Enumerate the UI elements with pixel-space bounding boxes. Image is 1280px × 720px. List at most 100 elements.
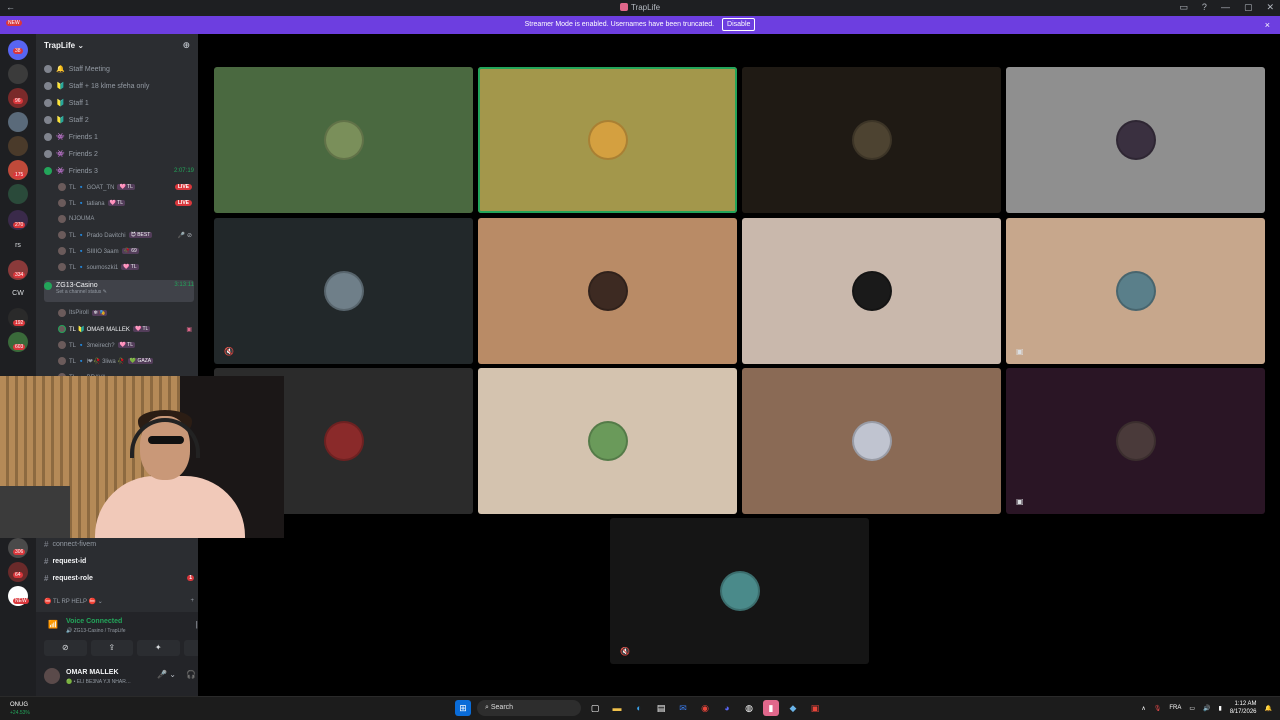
server-icon[interactable] — [8, 64, 28, 84]
voice-member[interactable]: TL 🔹 GOAT_TN 🩷 TL LIVE — [58, 180, 192, 194]
soundboard-button[interactable]: ✎ — [183, 640, 198, 656]
channel-name: Staff 2 — [68, 116, 89, 124]
voice-member[interactable]: TL 🔹 SIIIIO 3aam 🥀 69 — [58, 244, 192, 258]
voice-status[interactable]: Voice Connected — [66, 618, 122, 625]
minimize-button[interactable]: — — [1221, 2, 1230, 13]
battery-icon[interactable]: ▮ — [1219, 705, 1222, 712]
steam-icon[interactable]: ◆ — [785, 700, 801, 716]
member-tag: 🩷 TL — [132, 326, 151, 332]
notification-icon[interactable]: 🔔 — [1265, 705, 1272, 712]
voice-channel[interactable]: 👾 Friends 2 — [44, 147, 194, 161]
participant-tile[interactable]: 🔇 — [214, 218, 473, 364]
live-badge: LIVE — [174, 200, 192, 206]
discord-icon[interactable]: ◕ — [719, 700, 735, 716]
inbox-icon[interactable]: ▭ — [1179, 2, 1188, 13]
chevron-up-icon[interactable]: ∧ — [1141, 705, 1145, 712]
store-icon[interactable]: ▤ — [653, 700, 669, 716]
voice-channel[interactable]: 👾 Friends 1 — [44, 130, 194, 144]
voice-channel[interactable]: 👾 Friends 3 2:07:19 — [44, 164, 194, 178]
participant-tile[interactable]: ▣ — [1006, 368, 1265, 514]
app-icon[interactable]: ▣ — [807, 700, 823, 716]
channel-category[interactable]: ⛔ TL RP HELP ⛔ ⌄ + — [44, 594, 194, 608]
server-header[interactable]: TrapLife ⌄ ⊕ — [36, 34, 198, 58]
mail-icon[interactable]: ✉ — [675, 700, 691, 716]
participant-tile[interactable] — [478, 368, 737, 514]
stock-label: ONUG — [10, 702, 28, 708]
maximize-button[interactable]: ▢ — [1244, 2, 1253, 13]
window-title-text: TrapLife — [630, 3, 661, 12]
clock[interactable]: 1:12 AM 8/17/2026 — [1230, 700, 1257, 716]
mention-badge: 1 — [187, 575, 194, 581]
headphones-icon[interactable]: 🎧 ⌄ — [186, 670, 198, 679]
add-channel-icon[interactable]: + — [190, 598, 194, 604]
participant-tile[interactable] — [742, 368, 1001, 514]
server-icon[interactable] — [8, 112, 28, 132]
microphone-icon[interactable]: 🎤 ⌄ — [157, 670, 176, 679]
participant-tile[interactable] — [478, 218, 737, 364]
channel-status[interactable]: Set a channel status ✎ — [56, 289, 107, 295]
avatar — [58, 199, 66, 207]
edge-icon[interactable]: ◐ — [631, 700, 647, 716]
user-avatar[interactable] — [44, 668, 60, 684]
language-indicator[interactable]: FRA — [1169, 705, 1181, 711]
voice-channel[interactable]: 🔔 Staff Meeting — [44, 62, 194, 76]
server-initials[interactable]: CW — [8, 290, 28, 297]
windows-start-icon[interactable]: ⊞ — [455, 700, 471, 716]
camera-off-button[interactable]: ⊘ — [44, 640, 87, 656]
signal-icon[interactable]: 📶 — [48, 620, 58, 629]
voice-member[interactable]: TL 🔹 soumoszki1 🩷 TL — [58, 260, 192, 274]
text-channel[interactable]: # request-role 1 — [44, 571, 194, 585]
active-voice-channel[interactable]: ZG13-Casino Set a channel status ✎ 3:13:… — [44, 280, 194, 302]
unread-badge: 175 — [13, 172, 26, 178]
stock-widget[interactable]: ONUG +24.53% — [10, 701, 30, 717]
traplife-app-icon[interactable]: ▮ — [763, 700, 779, 716]
server-icon[interactable] — [8, 184, 28, 204]
file-explorer-icon[interactable]: ▬ — [609, 700, 625, 716]
noise-suppression-icon[interactable]: ||| — [196, 620, 198, 629]
chrome-icon[interactable]: ◉ — [697, 700, 713, 716]
voice-member[interactable]: TL 🔰 OMAR MALLEK 🩷 TL ▣ — [58, 322, 192, 336]
voice-member[interactable]: TL 🔹 Prado Davitchi 😈 BEST 🎤 ⊘ — [58, 228, 192, 242]
voice-member[interactable]: TL 🔹 3meirech? 🩷 TL — [58, 338, 192, 352]
participant-tile[interactable]: 🔇 — [610, 518, 869, 664]
user-name[interactable]: OMAR MALLEK — [66, 669, 119, 676]
text-channel[interactable]: # connect-fivem — [44, 537, 194, 551]
voice-member[interactable]: NJOUMA — [58, 212, 192, 226]
participant-tile[interactable] — [214, 67, 473, 213]
add-user-icon[interactable]: ⊕ — [182, 40, 190, 51]
voice-member[interactable]: ItsPiroll ❄ 🎭 — [58, 306, 192, 320]
network-icon[interactable]: ▭ — [1189, 705, 1195, 712]
streamer-mode-banner: Streamer Mode is enabled. Usernames have… — [0, 16, 1280, 34]
task-view-icon[interactable]: ▢ — [587, 700, 603, 716]
text-channel[interactable]: # request-id — [44, 554, 194, 568]
activities-button[interactable]: ✦ — [137, 640, 180, 656]
server-icon[interactable] — [8, 136, 28, 156]
participant-tile[interactable] — [478, 67, 737, 213]
voice-channel-path[interactable]: 🔊 ZG13-Casino / TrapLife — [66, 628, 126, 634]
obs-icon[interactable]: ◍ — [741, 700, 757, 716]
disable-streamer-mode-button[interactable]: Disable — [722, 18, 756, 31]
channel-emoji: 🔔 — [56, 66, 65, 73]
participant-tile[interactable] — [742, 218, 1001, 364]
close-window-button[interactable]: ✕ — [1266, 2, 1274, 13]
voice-channel[interactable]: 🔰 Staff 2 — [44, 113, 194, 127]
screen-share-button[interactable]: ⇪ — [90, 640, 133, 656]
mic-in-use-icon[interactable]: 🎙 — [1154, 705, 1162, 712]
voice-member[interactable]: TL 🔹 l❤🥀 3liwa 🥀 💚 GAZA — [58, 354, 192, 368]
volume-icon[interactable]: 🔊 — [1203, 705, 1210, 712]
taskbar-search[interactable]: ⌕ Search — [477, 700, 581, 716]
voice-member[interactable]: TL 🔹 tatiana 🩷 TL LIVE — [58, 196, 192, 210]
banner-close-icon[interactable]: × — [1265, 16, 1270, 34]
participant-tile[interactable]: ▣ — [1006, 218, 1265, 364]
help-icon[interactable]: ? — [1202, 2, 1207, 13]
server-icon[interactable] — [8, 538, 28, 558]
participant-tile[interactable] — [742, 67, 1001, 213]
voice-channel[interactable]: 🔰 Staff 1 — [44, 96, 194, 110]
user-controls: 🎤 ⌄ 🎧 ⌄ ⚙ — [157, 670, 198, 679]
camera-icon: ▣ — [1016, 497, 1024, 506]
voice-panel: 📶 Voice Connected 🔊 ZG13-Casino / TrapLi… — [36, 612, 198, 696]
voice-channel[interactable]: 🔰 Staff + 18 klme sfeha only — [44, 79, 194, 93]
channel-name: Staff + 18 klme sfeha only — [68, 82, 150, 90]
server-initials[interactable]: rs — [8, 242, 28, 249]
participant-tile[interactable] — [1006, 67, 1265, 213]
